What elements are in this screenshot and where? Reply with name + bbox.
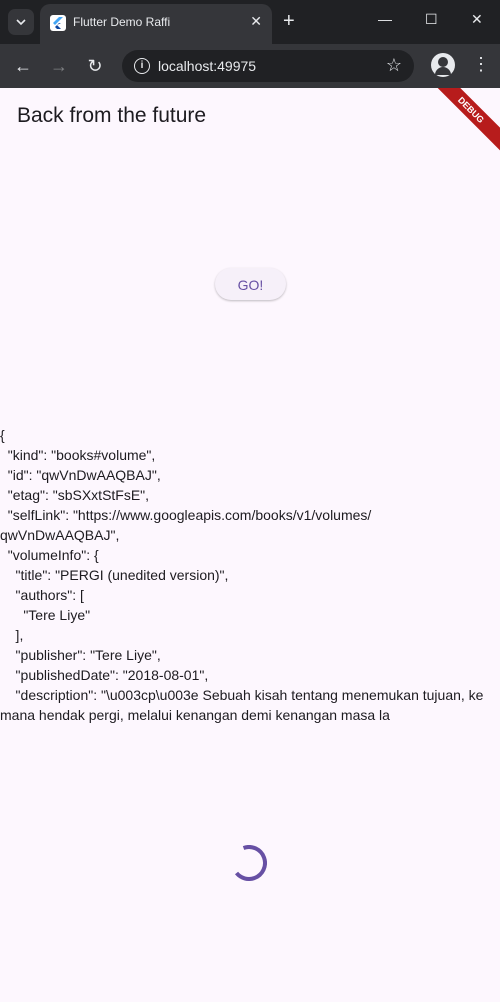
json-line: mana hendak pergi, melalui kenangan demi… <box>0 707 390 723</box>
json-result-text: { "kind": "books#volume", "id": "qwVnDwA… <box>0 425 500 725</box>
flutter-icon <box>50 15 66 31</box>
json-line: "selfLink": "https://www.googleapis.com/… <box>0 507 372 523</box>
url-text: localhost:49975 <box>158 58 257 74</box>
json-line: "description": "\u003cp\u003e Sebuah kis… <box>0 687 484 703</box>
new-tab-icon[interactable]: + <box>283 10 295 32</box>
profile-icon[interactable] <box>431 53 455 77</box>
json-line: "kind": "books#volume", <box>0 447 156 463</box>
browser-tab-bar: Flutter Demo Raffi ✕ + — ☐ ✕ <box>0 0 500 44</box>
json-line: "Tere Liye" <box>0 607 91 623</box>
forward-icon[interactable]: → <box>47 54 71 78</box>
json-line: "title": "PERGI (unedited version)", <box>0 567 229 583</box>
window-close-icon[interactable]: ✕ <box>471 11 483 28</box>
json-line: { <box>0 427 5 443</box>
json-line: "authors": [ <box>0 587 84 603</box>
maximize-icon[interactable]: ☐ <box>425 11 438 28</box>
json-line: "volumeInfo": { <box>0 547 99 563</box>
json-line: "id": "qwVnDwAAQBAJ", <box>0 467 161 483</box>
json-line: ], <box>0 627 24 643</box>
debug-banner: DEBUG <box>426 88 500 155</box>
reload-icon[interactable]: ↻ <box>83 54 107 78</box>
json-line: "publisher": "Tere Liye", <box>0 647 161 663</box>
minimize-icon[interactable]: — <box>378 11 392 27</box>
tab-close-icon[interactable]: ✕ <box>250 13 262 30</box>
page-title: Back from the future <box>17 104 207 127</box>
more-icon[interactable]: ⋮ <box>472 54 490 75</box>
json-line: "publishedDate": "2018-08-01", <box>0 667 209 683</box>
info-icon[interactable]: i <box>134 58 150 74</box>
browser-tab[interactable]: Flutter Demo Raffi ✕ <box>40 4 272 44</box>
star-icon[interactable]: ☆ <box>386 55 402 76</box>
address-bar[interactable]: i localhost:49975 ☆ <box>122 50 414 82</box>
back-icon[interactable]: ← <box>11 54 35 78</box>
loading-spinner <box>231 845 267 881</box>
tab-search-button[interactable] <box>8 9 34 35</box>
chevron-down-icon <box>16 19 26 26</box>
go-button[interactable]: GO! <box>215 268 286 300</box>
json-line: "etag": "sbSXxtStFsE", <box>0 487 150 503</box>
browser-toolbar: ← → ↻ i localhost:49975 ☆ ⋮ <box>0 44 500 88</box>
json-line: qwVnDwAAQBAJ", <box>0 527 120 543</box>
app-body: Back from the future DEBUG GO! { "kind":… <box>0 88 500 1002</box>
tab-title: Flutter Demo Raffi <box>73 15 171 29</box>
